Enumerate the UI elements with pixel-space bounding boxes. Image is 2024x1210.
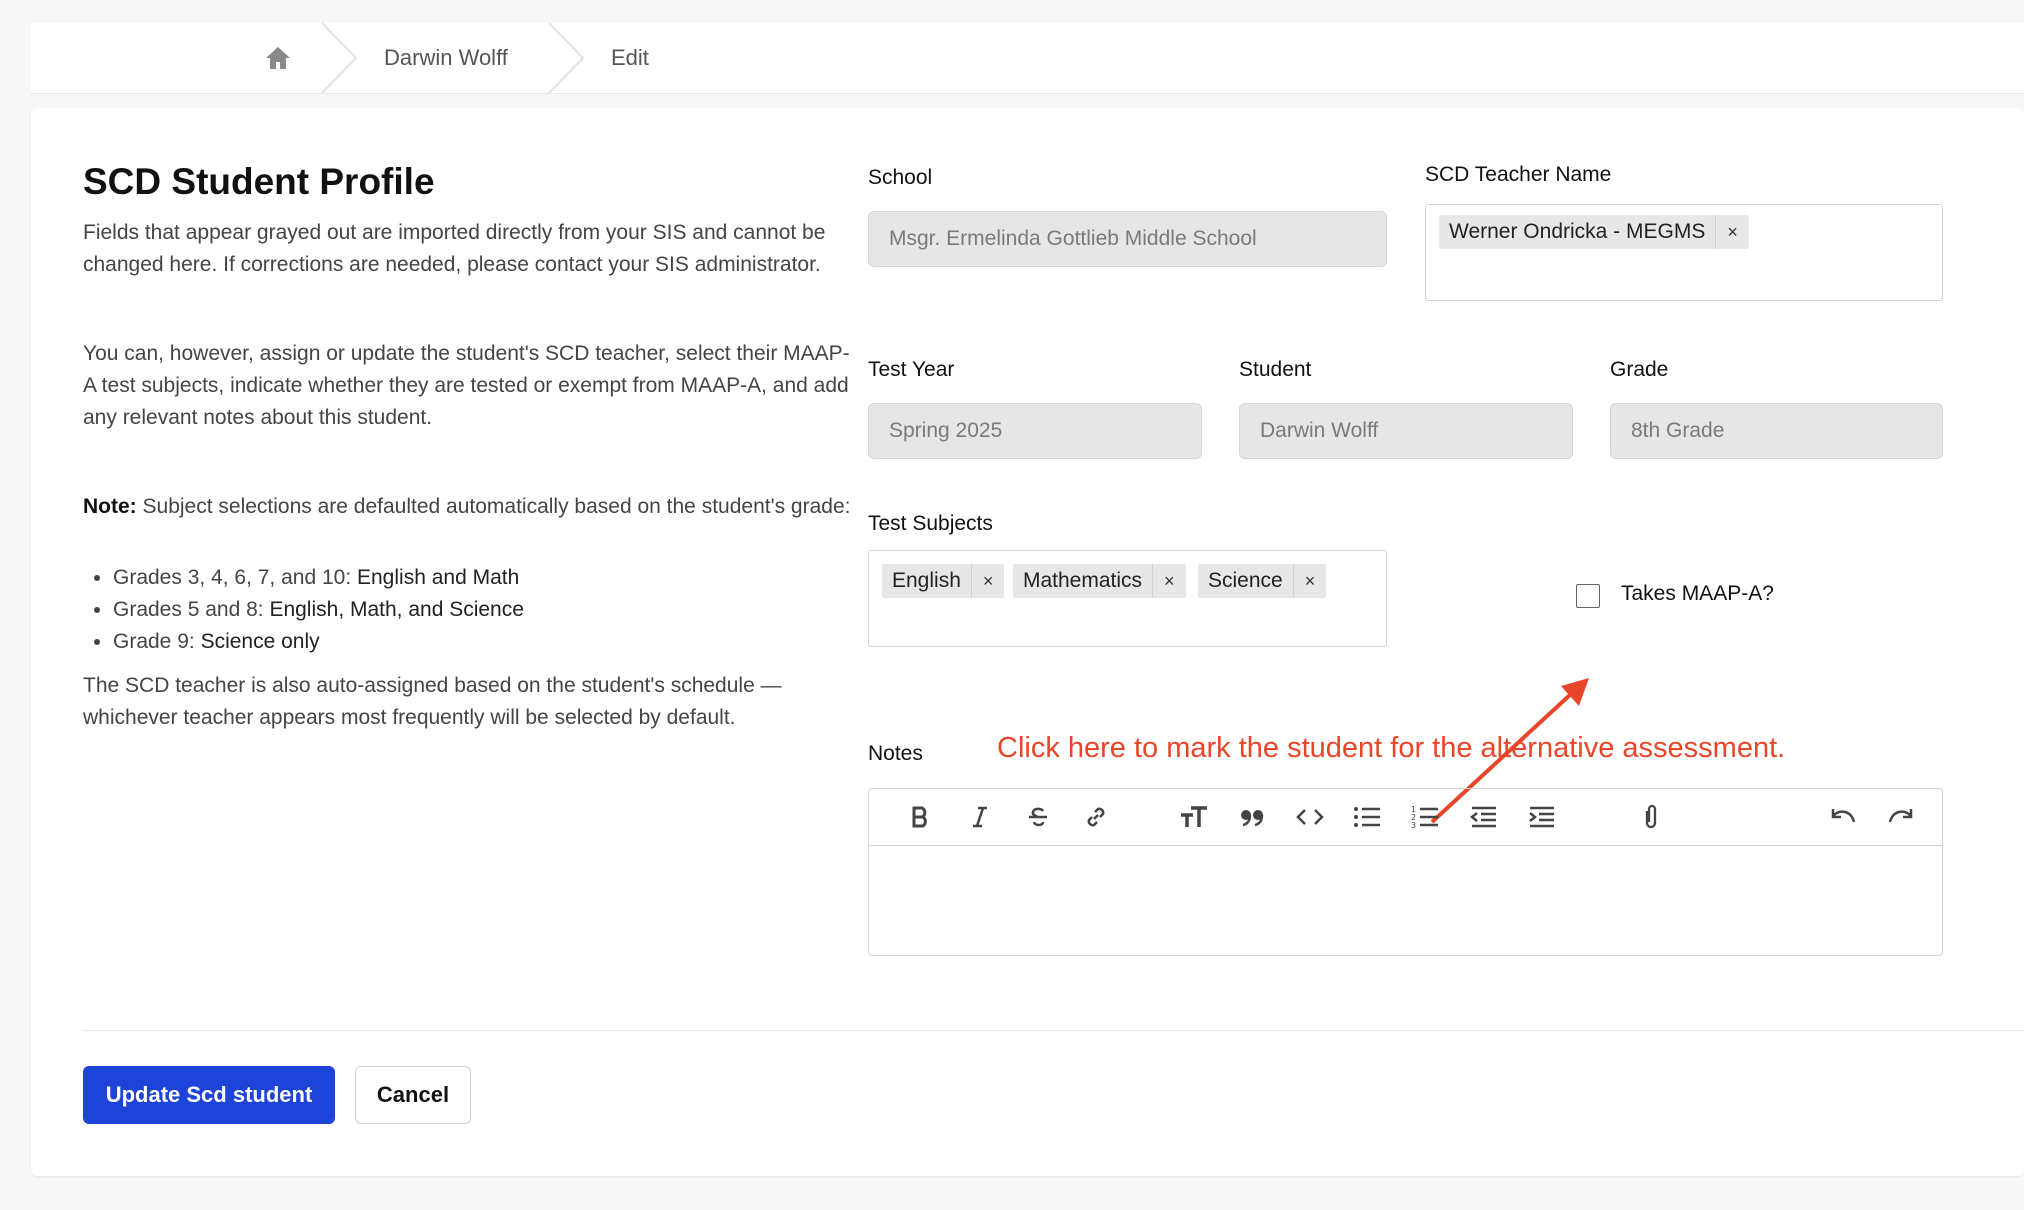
breadcrumb-item-edit: Edit — [611, 45, 649, 70]
takes-maap-a-label[interactable]: Takes MAAP-A? — [1621, 580, 1774, 608]
intro-paragraph-teacher: The SCD teacher is also auto-assigned ba… — [83, 674, 782, 729]
test-year-label: Test Year — [868, 358, 955, 381]
list-item: Grades 5 and 8: English, Math, and Scien… — [113, 594, 873, 626]
indent-icon[interactable] — [1525, 801, 1557, 833]
cancel-button[interactable]: Cancel — [355, 1066, 471, 1124]
student-label: Student — [1239, 358, 1312, 381]
subject-tag-mathematics: Mathematics × — [1013, 564, 1186, 598]
breadcrumb: Darwin Wolff Edit — [31, 23, 2024, 94]
rule-prefix: Grade 9: — [113, 630, 201, 653]
grade-field: 8th Grade — [1610, 403, 1943, 459]
svg-text:3: 3 — [1411, 821, 1416, 830]
undo-icon[interactable] — [1827, 801, 1859, 833]
rule-value: English, Math, and Science — [269, 598, 524, 621]
subject-tag-label: English — [892, 569, 961, 592]
breadcrumb-separator — [321, 23, 358, 93]
subjects-label: Test Subjects — [868, 512, 993, 535]
breadcrumb-separator — [548, 23, 585, 93]
rule-value: Science only — [200, 630, 320, 653]
outdent-icon[interactable] — [1467, 801, 1499, 833]
heading-icon[interactable] — [1178, 801, 1210, 833]
note-label: Note: — [83, 495, 137, 518]
student-field: Darwin Wolff — [1239, 403, 1573, 459]
school-label: School — [868, 166, 933, 189]
grade-label: Grade — [1610, 358, 1669, 381]
student-profile-card: SCD Student Profile Fields that appear g… — [31, 108, 2024, 1176]
strikethrough-icon[interactable] — [1022, 801, 1054, 833]
link-icon[interactable] — [1080, 801, 1112, 833]
list-item: Grade 9: Science only — [113, 626, 873, 658]
attach-icon[interactable] — [1635, 801, 1667, 833]
grade-subject-rules: Grades 3, 4, 6, 7, and 10: English and M… — [83, 562, 873, 658]
teacher-multiselect[interactable]: Werner Ondricka - MEGMS × — [1425, 204, 1943, 301]
intro-note: Note: Subject selections are defaulted a… — [83, 491, 853, 523]
editor-toolbar: 123 — [869, 789, 1942, 846]
breadcrumb-item-student[interactable]: Darwin Wolff — [384, 43, 508, 73]
list-item: Grades 3, 4, 6, 7, and 10: English and M… — [113, 562, 873, 594]
remove-tag-icon[interactable]: × — [1715, 215, 1749, 249]
subject-tag-label: Science — [1208, 569, 1283, 592]
remove-tag-icon[interactable]: × — [1152, 564, 1186, 598]
bold-icon[interactable] — [905, 801, 937, 833]
notes-editor[interactable]: 123 — [868, 788, 1943, 956]
home-icon[interactable] — [263, 43, 293, 73]
note-text: Subject selections are defaulted automat… — [136, 495, 851, 518]
rule-prefix: Grades 3, 4, 6, 7, and 10: — [113, 566, 357, 589]
redo-icon[interactable] — [1885, 801, 1917, 833]
code-icon[interactable] — [1294, 801, 1326, 833]
page-title: SCD Student Profile — [83, 161, 435, 202]
intro-paragraph-assign: You can, however, assign or update the s… — [83, 342, 850, 429]
subjects-multiselect[interactable]: English × Mathematics × Science × — [868, 550, 1387, 647]
school-field: Msgr. Ermelinda Gottlieb Middle School — [868, 211, 1387, 267]
numbered-list-icon[interactable]: 123 — [1409, 801, 1441, 833]
remove-tag-icon[interactable]: × — [970, 564, 1005, 598]
notes-label: Notes — [868, 742, 923, 765]
subject-tag-label: Mathematics — [1023, 569, 1143, 592]
teacher-label: SCD Teacher Name — [1425, 163, 1612, 186]
rule-prefix: Grades 5 and 8: — [113, 598, 270, 621]
update-scd-student-button[interactable]: Update Scd student — [83, 1066, 335, 1124]
teacher-tag: Werner Ondricka - MEGMS × — [1439, 215, 1749, 249]
annotation-text: Click here to mark the student for the a… — [997, 732, 1786, 764]
italic-icon[interactable] — [964, 801, 996, 833]
rule-value: English and Math — [357, 566, 520, 589]
quote-icon[interactable] — [1236, 801, 1268, 833]
teacher-tag-label: Werner Ondricka - MEGMS — [1449, 220, 1706, 243]
test-year-field: Spring 2025 — [868, 403, 1202, 459]
remove-tag-icon[interactable]: × — [1292, 564, 1327, 598]
intro-paragraph-sis: Fields that appear grayed out are import… — [83, 221, 826, 276]
subject-tag-science: Science × — [1198, 564, 1327, 598]
subject-tag-english: English × — [882, 564, 1005, 598]
form-divider — [83, 1030, 2024, 1031]
bullet-list-icon[interactable] — [1351, 801, 1383, 833]
